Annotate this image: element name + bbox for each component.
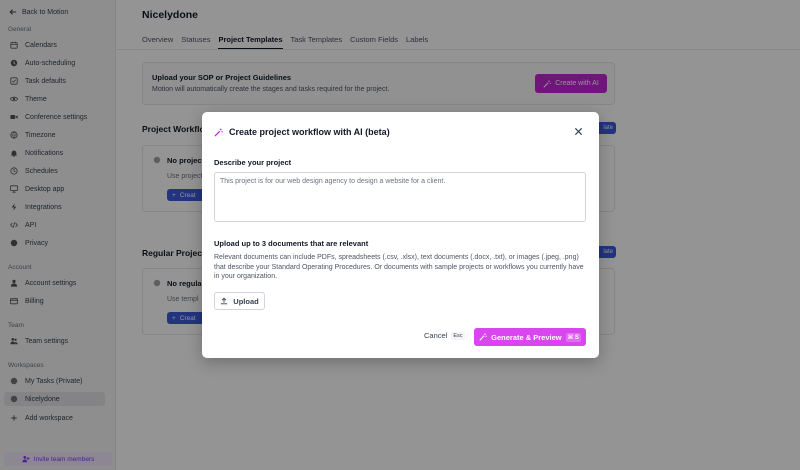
magic-wand-icon — [479, 333, 487, 341]
modal-title-text: Create project workflow with AI (beta) — [229, 127, 390, 137]
cmd-s-shortcut-badge: ⌘ S — [565, 332, 581, 342]
describe-project-label: Describe your project — [214, 158, 292, 167]
upload-help-text: Relevant documents can include PDFs, spr… — [214, 254, 584, 280]
generate-label: Generate & Preview — [491, 332, 562, 342]
upload-label: Upload — [233, 296, 259, 306]
generate-preview-button[interactable]: Generate & Preview ⌘ S — [474, 328, 586, 346]
close-button[interactable] — [572, 126, 584, 138]
modal-title: Create project workflow with AI (beta) — [214, 127, 390, 137]
cancel-label: Cancel — [424, 331, 448, 340]
create-workflow-modal: Create project workflow with AI (beta) D… — [202, 112, 599, 358]
project-description-input[interactable] — [214, 172, 586, 222]
upload-documents-label: Upload up to 3 documents that are releva… — [214, 239, 369, 248]
close-icon — [574, 127, 583, 138]
upload-button[interactable]: Upload — [214, 292, 265, 310]
esc-shortcut-badge: Esc — [451, 331, 465, 340]
upload-icon — [220, 297, 228, 305]
magic-wand-icon — [214, 127, 223, 137]
cancel-button[interactable]: Cancel Esc — [424, 331, 465, 340]
